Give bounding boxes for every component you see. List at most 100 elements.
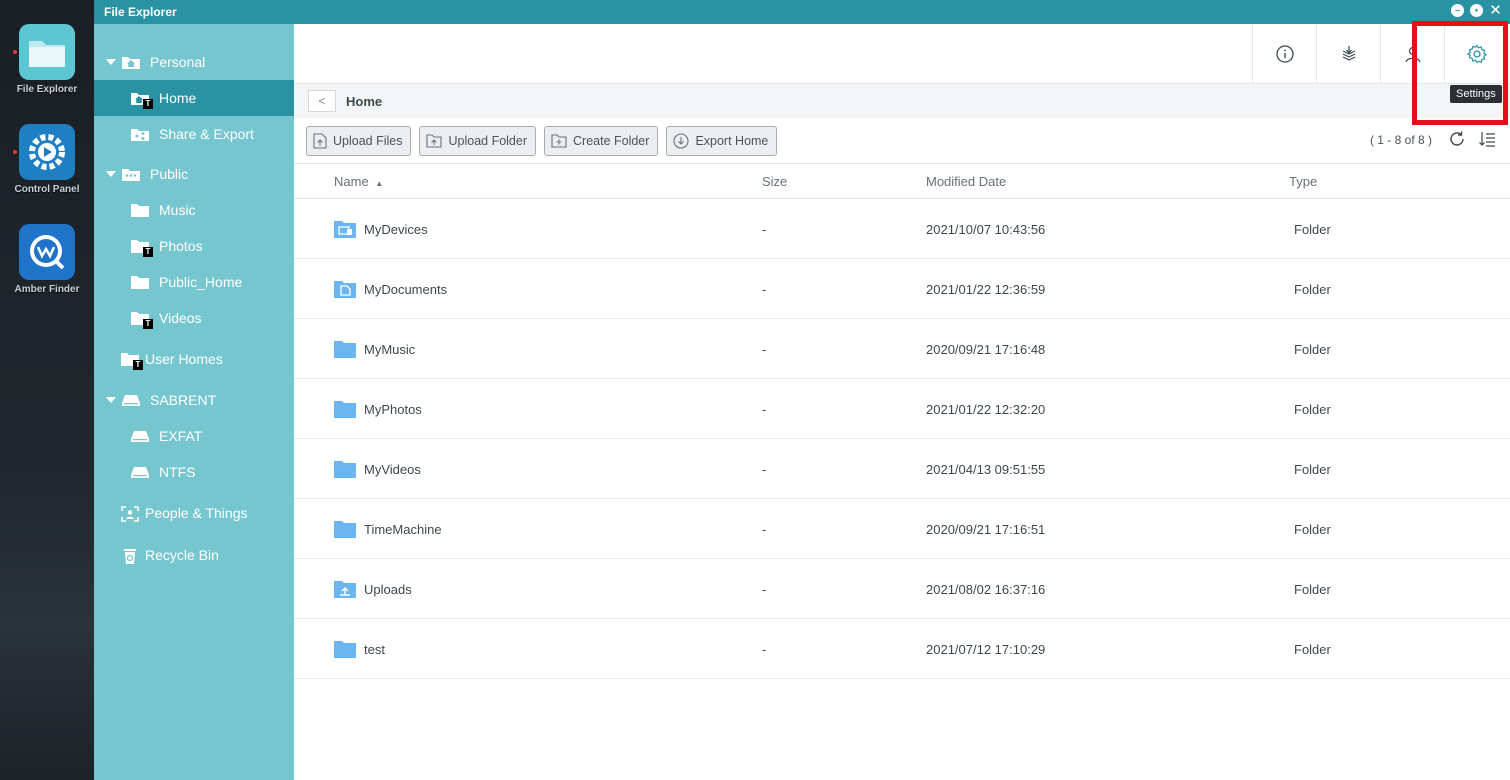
upload-folder-icon bbox=[334, 581, 356, 598]
column-header-type[interactable]: Type bbox=[1289, 174, 1317, 189]
folder-icon: T bbox=[131, 239, 153, 257]
sidebar-item-personal[interactable]: Personal bbox=[94, 44, 294, 80]
button-label: Upload Files bbox=[333, 133, 403, 148]
dock-app-amber-finder[interactable]: Amber Finder bbox=[0, 224, 94, 295]
table-row[interactable]: test - 2021/07/12 17:10:29 Folder bbox=[294, 619, 1510, 679]
button-label: Upload Folder bbox=[448, 133, 527, 148]
table-row[interactable]: TimeMachine - 2020/09/21 17:16:51 Folder bbox=[294, 499, 1510, 559]
dock-app-file-explorer[interactable]: File Explorer bbox=[0, 24, 94, 95]
minimize-icon[interactable]: – bbox=[1451, 4, 1464, 17]
row-size: - bbox=[762, 462, 767, 477]
sidebar-item-sabrent[interactable]: SABRENT bbox=[94, 382, 294, 418]
row-type: Folder bbox=[1294, 522, 1331, 537]
button-label: Export Home bbox=[695, 133, 769, 148]
row-type: Folder bbox=[1294, 282, 1331, 297]
table-row[interactable]: Uploads - 2021/08/02 16:37:16 Folder bbox=[294, 559, 1510, 619]
tasks-button[interactable] bbox=[1316, 24, 1380, 84]
sidebar-item-share-export[interactable]: Share & Export bbox=[94, 116, 294, 152]
file-explorer-window: File Explorer – • ✕ Personal T Home Shar… bbox=[94, 0, 1510, 780]
column-header-modified[interactable]: Modified Date bbox=[926, 174, 1006, 189]
home-folder-icon bbox=[122, 55, 140, 69]
chevron-down-icon[interactable] bbox=[106, 397, 116, 403]
sidebar-item-label: Share & Export bbox=[159, 126, 254, 142]
drive-icon bbox=[122, 393, 140, 407]
sidebar-item-user-homes[interactable]: T User Homes bbox=[94, 341, 294, 377]
table-row[interactable]: MyPhotos - 2021/01/22 12:32:20 Folder bbox=[294, 379, 1510, 439]
documents-folder-icon bbox=[334, 281, 356, 298]
row-name: test bbox=[364, 642, 385, 657]
table-row[interactable]: MyDevices - 2021/10/07 10:43:56 Folder bbox=[294, 199, 1510, 259]
row-type: Folder bbox=[1294, 222, 1331, 237]
table-row[interactable]: MyDocuments - 2021/01/22 12:36:59 Folder bbox=[294, 259, 1510, 319]
chevron-down-icon[interactable] bbox=[106, 171, 116, 177]
table-row[interactable]: MyMusic - 2020/09/21 17:16:48 Folder bbox=[294, 319, 1510, 379]
sidebar-item-videos[interactable]: T Videos bbox=[94, 300, 294, 336]
dock-app-control-panel[interactable]: Control Panel bbox=[0, 124, 94, 195]
row-modified: 2021/01/22 12:36:59 bbox=[926, 282, 1046, 297]
sidebar-item-label: SABRENT bbox=[150, 392, 217, 408]
chevron-left-icon: < bbox=[318, 94, 326, 108]
sort-icon[interactable] bbox=[1478, 130, 1496, 148]
sidebar-item-recycle-bin[interactable]: Recycle Bin bbox=[94, 537, 294, 573]
folder-icon bbox=[334, 461, 356, 478]
sidebar-item-photos[interactable]: T Photos bbox=[94, 228, 294, 264]
folder-icon bbox=[334, 341, 356, 358]
row-size: - bbox=[762, 222, 767, 237]
upload-folder-icon bbox=[426, 133, 443, 148]
folder-icon bbox=[131, 203, 149, 217]
action-bar: Upload Files Upload Folder Create Folder… bbox=[294, 118, 1510, 164]
sidebar-item-ntfs[interactable]: NTFS bbox=[94, 454, 294, 490]
sidebar-item-people-things[interactable]: People & Things bbox=[94, 495, 294, 531]
column-label: Modified Date bbox=[926, 174, 1007, 189]
dock-label: File Explorer bbox=[16, 84, 78, 95]
chevron-down-icon[interactable] bbox=[106, 59, 116, 65]
dock-label: Control Panel bbox=[14, 184, 80, 195]
t-badge: T bbox=[143, 247, 153, 257]
sidebar-item-exfat[interactable]: EXFAT bbox=[94, 418, 294, 454]
refresh-icon[interactable] bbox=[1448, 130, 1466, 148]
row-modified: 2020/09/21 17:16:48 bbox=[926, 342, 1046, 357]
sidebar-item-music[interactable]: Music bbox=[94, 192, 294, 228]
sidebar-item-label: Music bbox=[159, 202, 196, 218]
back-button[interactable]: < bbox=[308, 90, 336, 112]
info-button[interactable] bbox=[1252, 24, 1316, 84]
row-name: Uploads bbox=[364, 582, 412, 597]
row-type: Folder bbox=[1294, 342, 1331, 357]
main-panel: < Home Upload Files Upload Folder Create… bbox=[294, 24, 1510, 780]
public-icon bbox=[122, 167, 140, 181]
sidebar-item-public[interactable]: Public bbox=[94, 156, 294, 192]
export-home-button[interactable]: Export Home bbox=[666, 125, 778, 156]
table-row[interactable]: MyVideos - 2021/04/13 09:51:55 Folder bbox=[294, 439, 1510, 499]
title-bar[interactable]: File Explorer – • ✕ bbox=[94, 0, 1510, 24]
row-name: MyPhotos bbox=[364, 402, 422, 417]
sidebar-item-label: NTFS bbox=[159, 464, 196, 480]
window-controls: – • ✕ bbox=[1451, 3, 1502, 18]
recycle-bin-icon bbox=[121, 548, 139, 564]
column-label: Name bbox=[334, 174, 369, 189]
folder-icon bbox=[334, 401, 356, 418]
upload-folder-button[interactable]: Upload Folder bbox=[419, 125, 536, 156]
column-header-name[interactable]: Name ▲ bbox=[334, 174, 383, 189]
sidebar-item-label: Home bbox=[159, 90, 197, 106]
create-folder-button[interactable]: Create Folder bbox=[544, 125, 659, 156]
row-type: Folder bbox=[1294, 402, 1331, 417]
column-label: Type bbox=[1289, 174, 1318, 189]
column-header-size[interactable]: Size bbox=[762, 174, 787, 189]
sort-asc-icon: ▲ bbox=[375, 179, 384, 188]
sidebar-item-label: EXFAT bbox=[159, 428, 203, 444]
upload-files-button[interactable]: Upload Files bbox=[306, 125, 412, 156]
row-size: - bbox=[762, 402, 767, 417]
restore-icon[interactable]: • bbox=[1470, 4, 1483, 17]
sidebar-item-home[interactable]: T Home bbox=[94, 80, 294, 116]
folder-icon: T bbox=[121, 352, 143, 370]
amber-finder-icon bbox=[19, 224, 75, 280]
close-icon[interactable]: ✕ bbox=[1489, 3, 1502, 18]
folder-icon bbox=[334, 521, 356, 538]
sidebar-item-public-home[interactable]: Public_Home bbox=[94, 264, 294, 300]
breadcrumb-current: Home bbox=[346, 93, 383, 109]
row-type: Folder bbox=[1294, 582, 1331, 597]
item-count: ( 1 - 8 of 8 ) bbox=[1369, 133, 1432, 147]
row-size: - bbox=[762, 342, 767, 357]
row-modified: 2021/10/07 10:43:56 bbox=[926, 222, 1046, 237]
sidebar: Personal T Home Share & Export Public Mu… bbox=[94, 24, 294, 780]
